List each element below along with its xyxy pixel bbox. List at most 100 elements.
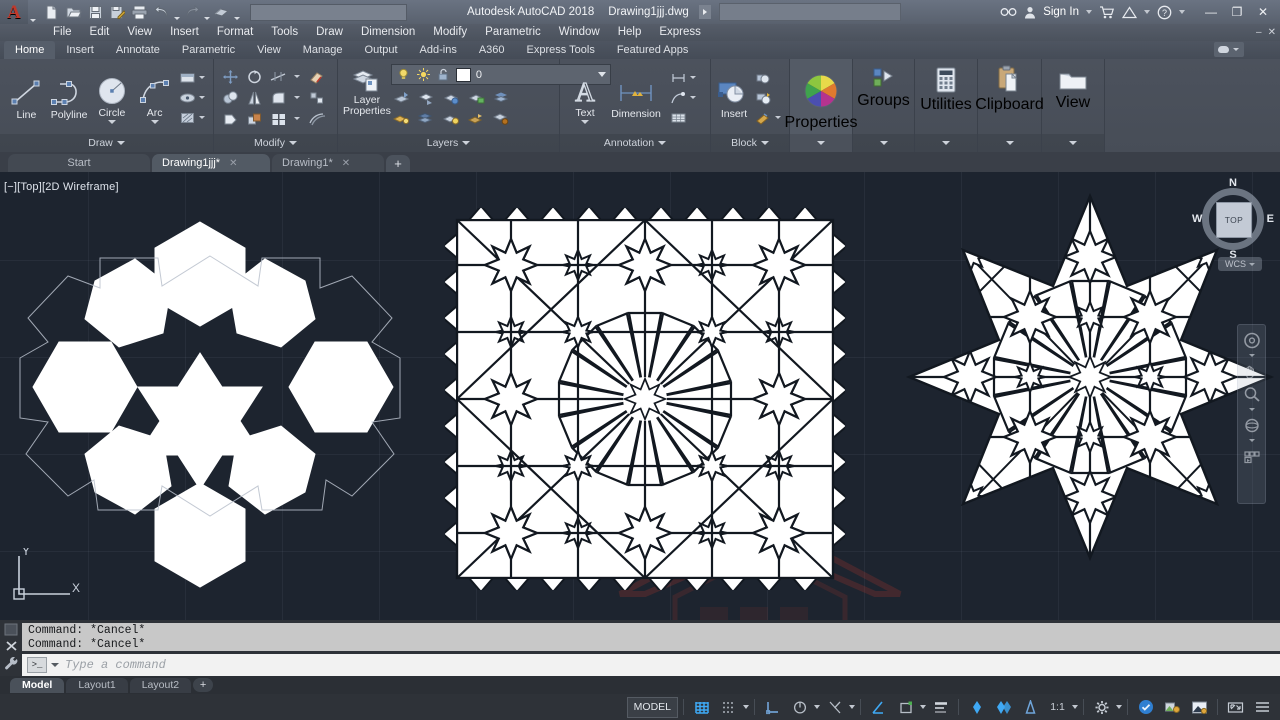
menu-item-window[interactable]: Window	[550, 24, 609, 41]
file-tab-drawing1jjj[interactable]: Drawing1jjj* ✕	[152, 154, 270, 172]
steering-wheel-icon[interactable]	[1242, 331, 1262, 349]
restore-button[interactable]: ❐	[1224, 3, 1250, 22]
file-tab-drawing1[interactable]: Drawing1* ✕	[272, 154, 384, 172]
draw-circle-button[interactable]: Circle	[91, 72, 134, 124]
rectangle-icon[interactable]	[178, 69, 196, 87]
annotation-dimension-button[interactable]: Dimension	[605, 75, 667, 120]
unlock-icon[interactable]	[436, 66, 451, 84]
menu-item-format[interactable]: Format	[208, 24, 262, 41]
a360-caret[interactable]	[1144, 10, 1150, 14]
fillet-dropdown-caret[interactable]	[294, 96, 300, 99]
hatch-icon[interactable]	[178, 109, 196, 127]
orbit-icon[interactable]	[1242, 416, 1262, 434]
showmotion-icon[interactable]	[1242, 447, 1262, 465]
menu-item-view[interactable]: View	[118, 24, 161, 41]
ellipse-dropdown-caret[interactable]	[199, 96, 205, 99]
array-icon[interactable]	[269, 110, 287, 128]
osnap-dropdown-caret[interactable]	[849, 705, 855, 709]
new-drawing-tab-button[interactable]: +	[386, 155, 410, 172]
draw-line-button[interactable]: Line	[5, 74, 48, 121]
array-dropdown-caret[interactable]	[294, 117, 300, 120]
panel-properties-footer[interactable]	[790, 134, 852, 152]
layer-off-icon[interactable]	[418, 109, 436, 127]
layer-color-swatch[interactable]	[455, 67, 471, 82]
lightbulb-icon[interactable]	[396, 66, 411, 84]
layer-lock-icon[interactable]	[468, 109, 486, 127]
command-prompt-caret[interactable]	[51, 663, 59, 667]
dim-style-caret[interactable]	[690, 76, 696, 79]
help-caret[interactable]	[1179, 10, 1185, 14]
wcs-dropdown[interactable]: WCS	[1218, 257, 1262, 271]
edit-attribute-icon[interactable]	[754, 109, 772, 127]
close-icon[interactable]: ✕	[229, 158, 237, 169]
copy-icon[interactable]	[221, 89, 239, 107]
tab-insert[interactable]: Insert	[55, 41, 105, 59]
mirror-icon[interactable]	[245, 89, 263, 107]
dynamic-ucs-toggle[interactable]	[893, 696, 918, 718]
otrack-toggle[interactable]	[866, 696, 891, 718]
hatch-dropdown-caret[interactable]	[199, 116, 205, 119]
viewcube-top-face[interactable]: TOP	[1216, 202, 1252, 238]
pan-icon[interactable]	[1242, 362, 1262, 380]
layer-match-icon[interactable]	[393, 88, 411, 106]
ortho-mode-toggle[interactable]	[760, 696, 785, 718]
offset-icon[interactable]	[307, 110, 325, 128]
fullscreen-toggle[interactable]	[1223, 696, 1248, 718]
trim-dropdown-caret[interactable]	[294, 75, 300, 78]
minimize-button[interactable]: —	[1198, 3, 1224, 22]
viewcube-north-label[interactable]: N	[1229, 177, 1237, 189]
close-icon[interactable]: ✕	[342, 158, 350, 169]
lineweight-toggle[interactable]	[928, 696, 953, 718]
undo-icon[interactable]	[151, 2, 172, 22]
ellipse-icon[interactable]	[178, 89, 196, 107]
menu-item-insert[interactable]: Insert	[161, 24, 208, 41]
ribbon-minimize-control[interactable]	[1214, 42, 1244, 57]
isolate-objects-toggle[interactable]	[1160, 696, 1185, 718]
fillet-icon[interactable]	[269, 89, 287, 107]
file-tab-start[interactable]: Start	[8, 154, 150, 172]
undo-dropdown-caret[interactable]	[173, 0, 180, 25]
rotate-icon[interactable]	[245, 68, 263, 86]
panel-annotation-footer[interactable]: Annotation	[560, 134, 710, 152]
layer-isolate-icon[interactable]	[443, 88, 461, 106]
draw-circle-dropdown-caret[interactable]	[107, 119, 116, 124]
doc-minimize-button[interactable]: –	[1256, 27, 1262, 38]
sun-icon[interactable]	[416, 66, 431, 84]
layer-unisolate-icon[interactable]	[468, 88, 486, 106]
layer-freeze-icon[interactable]	[493, 88, 511, 106]
panel-view-footer[interactable]	[1042, 134, 1104, 152]
plot-icon[interactable]	[129, 2, 150, 22]
stretch-icon[interactable]	[221, 110, 239, 128]
viewcube-west-label[interactable]: W	[1192, 213, 1202, 225]
application-menu-button[interactable]: A	[0, 0, 28, 24]
erase-icon[interactable]	[307, 68, 325, 86]
menu-item-modify[interactable]: Modify	[424, 24, 476, 41]
create-block-icon[interactable]	[754, 69, 772, 87]
leader-icon[interactable]	[669, 89, 687, 107]
menu-item-express[interactable]: Express	[650, 24, 710, 41]
explode-icon[interactable]	[307, 89, 325, 107]
layout-tab-layout2[interactable]: Layout2	[129, 677, 192, 693]
tab-a360[interactable]: A360	[468, 41, 516, 59]
wrench-icon[interactable]	[4, 656, 18, 670]
layer-on-icon[interactable]	[393, 109, 411, 127]
viewcube-east-label[interactable]: E	[1267, 213, 1274, 225]
command-prompt-chip[interactable]: >_	[27, 657, 47, 673]
scale-dropdown-caret[interactable]	[1072, 705, 1078, 709]
panel-groups[interactable]: Groups	[853, 59, 915, 152]
tab-annotate[interactable]: Annotate	[105, 41, 171, 59]
autodesk-store-icon[interactable]	[1099, 5, 1115, 19]
draw-arc-dropdown-caret[interactable]	[150, 119, 159, 124]
panel-utilities-footer[interactable]	[915, 134, 977, 152]
menu-item-tools[interactable]: Tools	[262, 24, 307, 41]
layer-properties-button[interactable]: Layer Properties	[343, 63, 391, 117]
open-icon[interactable]	[63, 2, 84, 22]
snap-dropdown-caret[interactable]	[743, 705, 749, 709]
menu-item-file[interactable]: File	[44, 24, 81, 41]
dynucs-dropdown-caret[interactable]	[920, 705, 926, 709]
qat-overflow-caret[interactable]	[233, 0, 240, 25]
panel-utilities[interactable]: Utilities	[915, 59, 978, 152]
quick-access-customize-caret[interactable]	[28, 0, 38, 26]
help-icon[interactable]: ?	[1157, 5, 1172, 20]
save-as-icon[interactable]	[107, 2, 128, 22]
